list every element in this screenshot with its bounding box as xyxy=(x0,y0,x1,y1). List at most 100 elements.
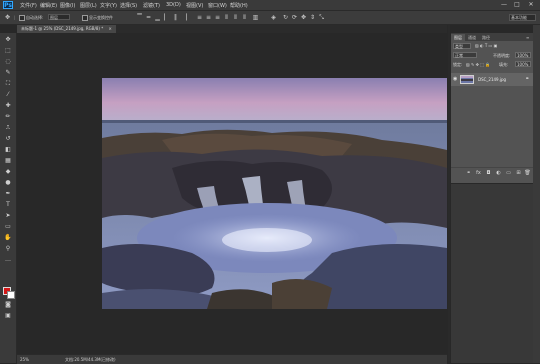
tools-panel: ✥ ⬚ ◌ ✎ ⛶ ⁄ ✚ ✏ ⎍ ↺ ◧ ▦ ◆ ● ✒ T ➤ ▭ ✋ ⚲ … xyxy=(0,33,17,363)
layer-filter-icons[interactable]: ▨ ◐ T ▭ ▣ xyxy=(475,43,540,48)
crop-tool-icon[interactable]: ⛶ xyxy=(3,80,13,88)
menu-layer[interactable]: 图层(L) xyxy=(80,2,97,9)
seascape-image xyxy=(102,78,447,309)
distribute-bottom-icon[interactable]: ≡ xyxy=(214,14,221,21)
link-layers-icon[interactable]: ⚭ xyxy=(465,170,472,177)
layer-link-icon[interactable]: ⚭ xyxy=(525,76,529,82)
path-selection-tool-icon[interactable]: ➤ xyxy=(3,212,13,220)
minimize-icon[interactable]: — xyxy=(498,1,510,9)
adjustment-layer-icon[interactable]: ◐ xyxy=(495,170,502,177)
distribute-left-icon[interactable]: ⦀ xyxy=(223,14,230,21)
move-tool-icon[interactable]: ✥ xyxy=(3,36,13,44)
quick-mask-icon[interactable]: ◙ xyxy=(3,301,13,309)
menu-help[interactable]: 帮助(H) xyxy=(230,2,248,9)
fill-field[interactable]: 100% xyxy=(515,61,531,67)
3d-rotate-icon[interactable]: ↻ xyxy=(282,14,289,21)
background-color-swatch[interactable] xyxy=(7,291,15,299)
healing-brush-tool-icon[interactable]: ✚ xyxy=(3,102,13,110)
show-transform-label: 显示变换控件 xyxy=(89,15,113,20)
add-mask-icon[interactable]: ◘ xyxy=(485,170,492,177)
document-tab-title: 未标题-1 @ 25% (DSC_2149.jpg, RGB/8) * xyxy=(21,26,104,31)
layer-row[interactable]: ◉ DSC_2149.jpg ⚭ xyxy=(451,73,533,86)
layer-filter-dropdown[interactable]: 类型 xyxy=(453,43,471,49)
pen-tool-icon[interactable]: ✒ xyxy=(3,190,13,198)
eraser-tool-icon[interactable]: ◧ xyxy=(3,146,13,154)
marquee-tool-icon[interactable]: ⬚ xyxy=(3,47,13,55)
menu-type[interactable]: 文字(Y) xyxy=(100,2,117,9)
move-tool-preset-icon[interactable]: ✥ xyxy=(4,14,11,21)
menu-window[interactable]: 窗口(W) xyxy=(208,2,227,9)
panel-menu-icon[interactable]: ≡ xyxy=(523,34,532,41)
visibility-eye-icon[interactable]: ◉ xyxy=(453,76,457,82)
menu-select[interactable]: 选择(S) xyxy=(120,2,137,9)
blur-tool-icon[interactable]: ◆ xyxy=(3,168,13,176)
photoshop-logo: Ps xyxy=(3,1,13,9)
brush-tool-icon[interactable]: ✏ xyxy=(3,113,13,121)
panel-dock-empty xyxy=(451,184,533,363)
new-layer-icon[interactable]: ⊞ xyxy=(515,170,522,177)
close-icon[interactable]: ✕ xyxy=(525,1,537,9)
tab-channels[interactable]: 通道 xyxy=(465,34,479,41)
document-tab-close-icon[interactable]: × xyxy=(108,26,111,31)
gradient-tool-icon[interactable]: ▦ xyxy=(3,157,13,165)
align-bottom-icon[interactable]: ▁ xyxy=(154,14,161,21)
delete-layer-icon[interactable]: 🗑 xyxy=(524,170,531,177)
options-divider: | xyxy=(14,15,16,20)
distribute-hcenter-icon[interactable]: ⦀ xyxy=(232,14,239,21)
menu-filter[interactable]: 滤镜(T) xyxy=(143,2,160,9)
3d-scale-icon[interactable]: ⤡ xyxy=(318,14,325,21)
3d-slide-icon[interactable]: ⇕ xyxy=(309,14,316,21)
clone-stamp-tool-icon[interactable]: ⎍ xyxy=(3,124,13,132)
zoom-level[interactable]: 25% xyxy=(20,357,29,362)
shape-tool-icon[interactable]: ▭ xyxy=(3,223,13,231)
align-vcenter-icon[interactable]: ═ xyxy=(145,14,152,21)
eyedropper-tool-icon[interactable]: ⁄ xyxy=(3,91,13,99)
lasso-tool-icon[interactable]: ◌ xyxy=(3,58,13,66)
blend-mode-dropdown[interactable]: 正常 xyxy=(453,52,477,58)
menu-image[interactable]: 图像(I) xyxy=(60,2,75,9)
3d-pan-icon[interactable]: ✥ xyxy=(300,14,307,21)
distribute-top-icon[interactable]: ≡ xyxy=(196,14,203,21)
menu-bar: Ps 文件(F) 编辑(E) 图像(I) 图层(L) 文字(Y) 选择(S) 滤… xyxy=(0,0,540,11)
tab-layers[interactable]: 图层 xyxy=(451,34,465,41)
menu-file[interactable]: 文件(F) xyxy=(20,2,37,9)
menu-view[interactable]: 视图(V) xyxy=(186,2,203,9)
edit-toolbar-icon[interactable]: … xyxy=(3,256,13,264)
auto-align-icon[interactable]: ▥ xyxy=(252,14,259,21)
maximize-icon[interactable]: □ xyxy=(511,1,523,9)
new-group-icon[interactable]: ▭ xyxy=(505,170,512,177)
distribute-vcenter-icon[interactable]: ≡ xyxy=(205,14,212,21)
document-info: 文档:20.5M/44.3M(已修改) xyxy=(65,357,116,362)
show-transform-checkbox[interactable] xyxy=(82,15,88,21)
dodge-tool-icon[interactable]: ● xyxy=(3,179,13,187)
zoom-tool-icon[interactable]: ⚲ xyxy=(3,245,13,253)
3d-roll-icon[interactable]: ⟳ xyxy=(291,14,298,21)
tab-paths[interactable]: 路径 xyxy=(479,34,493,41)
menu-3d[interactable]: 3D(D) xyxy=(166,2,181,8)
lock-icons[interactable]: ▨ ✎ ✥ ⬚ 🔒 xyxy=(466,62,490,67)
collapsed-panel-strip[interactable] xyxy=(533,25,540,363)
align-right-icon[interactable]: ▕ xyxy=(181,14,188,21)
layer-style-icon[interactable]: fx xyxy=(475,170,482,177)
hand-tool-icon[interactable]: ✋ xyxy=(3,234,13,242)
document-tab[interactable]: 未标题-1 @ 25% (DSC_2149.jpg, RGB/8) * × xyxy=(17,25,116,33)
type-tool-icon[interactable]: T xyxy=(3,201,13,209)
menu-edit[interactable]: 编辑(E) xyxy=(40,2,57,9)
opacity-field[interactable]: 100% xyxy=(515,52,531,58)
opacity-label: 不透明度: xyxy=(493,53,511,58)
align-left-icon[interactable]: ▏ xyxy=(163,14,170,21)
panel-divider[interactable] xyxy=(448,25,450,363)
quick-select-tool-icon[interactable]: ✎ xyxy=(3,69,13,77)
align-top-icon[interactable]: ▔ xyxy=(136,14,143,21)
align-hcenter-icon[interactable]: ‖ xyxy=(172,14,179,21)
history-brush-tool-icon[interactable]: ↺ xyxy=(3,135,13,143)
distribute-right-icon[interactable]: ⦀ xyxy=(241,14,248,21)
canvas-photo[interactable] xyxy=(102,78,447,309)
auto-select-checkbox[interactable] xyxy=(19,15,25,21)
layer-name[interactable]: DSC_2149.jpg xyxy=(478,77,506,82)
workspace-dropdown[interactable]: 基本功能 xyxy=(509,14,536,21)
auto-select-dropdown[interactable]: 图层 xyxy=(48,14,70,20)
screen-mode-icon[interactable]: ▣ xyxy=(3,312,13,320)
auto-select-label: 自动选择: xyxy=(26,15,44,20)
lock-label: 锁定: xyxy=(453,62,463,67)
